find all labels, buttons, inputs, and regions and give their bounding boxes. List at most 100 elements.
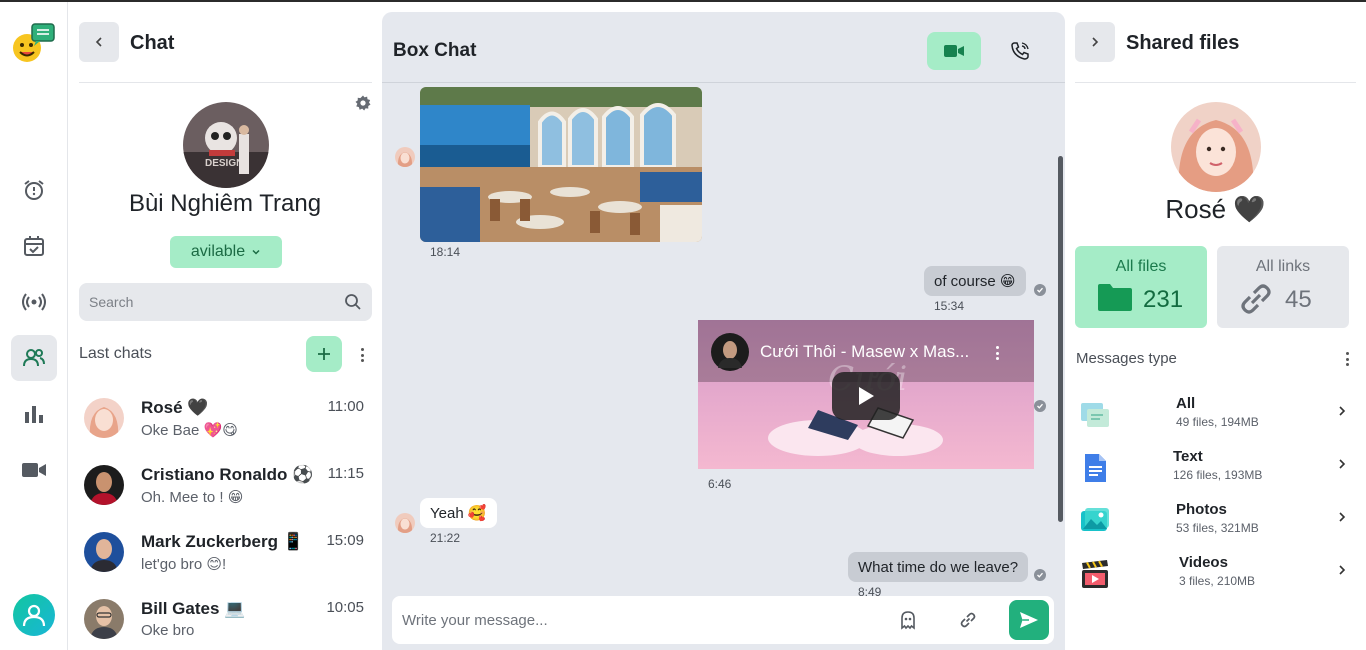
new-chat-button[interactable] (306, 336, 342, 372)
chat-header-divider (382, 82, 1065, 83)
video-call-button[interactable] (927, 32, 981, 70)
link-icon (1241, 284, 1271, 314)
type-row-videos[interactable]: Videos 3 files, 210MB (1065, 554, 1366, 602)
type-meta: 53 files, 321MB (1176, 521, 1259, 535)
type-row-photos[interactable]: Photos 53 files, 321MB (1065, 501, 1366, 549)
messages-type-menu-button[interactable] (1340, 350, 1354, 368)
chat-item-bill-gates[interactable]: Bill Gates 💻 10:05 Oke bro (68, 599, 382, 650)
photo-icon (1081, 508, 1109, 531)
kebab-dot (360, 353, 364, 357)
all-files-card[interactable]: All files 231 (1075, 246, 1207, 328)
contact-name: Rosé 🖤 (1165, 194, 1266, 224)
profile-avatar[interactable]: DESIGN (183, 102, 269, 188)
profile-settings-button[interactable] (354, 94, 372, 117)
read-receipt-icon (1034, 400, 1046, 412)
nav-calendar[interactable] (11, 223, 57, 269)
message-time: 11:15 (327, 465, 364, 482)
last-chats-menu-button[interactable] (355, 346, 369, 364)
document-icon (1085, 454, 1106, 482)
read-receipt-icon (1034, 569, 1046, 581)
message-time: 15:34 (934, 299, 965, 313)
status-label: avilable (190, 243, 246, 260)
message-preview: Oke Bae 💖😋 (141, 422, 238, 439)
all-files-label: All files (1115, 258, 1167, 275)
kebab-dot (995, 351, 999, 355)
voice-call-button[interactable] (1000, 32, 1040, 70)
kebab-dot (360, 348, 364, 351)
nav-broadcast[interactable] (11, 279, 57, 325)
chat-item-zuckerberg[interactable]: Mark Zuckerberg 📱 15:09 let'go bro 😊! (68, 532, 382, 592)
divider (1075, 82, 1356, 83)
nav-contacts[interactable] (11, 335, 57, 381)
message-time: 10:05 (326, 599, 364, 616)
video-title: Cưới Thôi - Masew x Mas... (760, 342, 970, 361)
chevron-right-icon (1339, 406, 1346, 416)
status-dropdown[interactable]: avilable (170, 236, 282, 268)
shared-files-panel: Shared files Rosé 🖤 All files 231 All li… (1065, 2, 1366, 650)
chevron-right-icon (1339, 459, 1346, 469)
bar-chart-icon (25, 406, 43, 423)
message-input[interactable] (402, 596, 872, 644)
last-chats-heading: Last chats (79, 345, 152, 362)
message-preview: Oke bro (141, 622, 195, 639)
video-clapper-icon (1082, 560, 1108, 588)
message-composer (392, 596, 1054, 644)
play-icon (859, 387, 874, 405)
contact-name: Bill Gates 💻 (141, 599, 246, 618)
contact-name: Cristiano Ronaldo ⚽ (141, 465, 314, 484)
all-links-label: All links (1255, 258, 1311, 275)
send-button[interactable] (1009, 600, 1049, 640)
chat-panel: Chat DESIGN Bùi Nghiêm Trang avilable Se… (68, 2, 382, 650)
shared-files-title: Shared files (1126, 32, 1240, 54)
type-name: All (1176, 395, 1196, 412)
chat-item-ronaldo[interactable]: Cristiano Ronaldo ⚽ 11:15 Oh. Mee to ! 😁 (68, 465, 382, 525)
all-links-card[interactable]: All links 45 (1217, 246, 1349, 328)
calendar-check-icon (24, 236, 44, 256)
divider (79, 82, 372, 83)
chat-window: Box Chat 18:14 of course 😁 15:34 Cưới Th… (382, 12, 1065, 650)
search-icon[interactable] (344, 293, 362, 311)
kebab-dot (1345, 352, 1349, 355)
type-meta: 3 files, 210MB (1179, 574, 1256, 588)
search-input[interactable] (89, 283, 339, 321)
chat-window-title: Box Chat (393, 40, 477, 61)
profile-name: Bùi Nghiêm Trang (128, 190, 322, 217)
photo-message[interactable] (420, 87, 702, 242)
app-logo (12, 22, 56, 64)
nav-alarm[interactable] (11, 167, 57, 213)
sticker-button[interactable] (898, 610, 918, 635)
my-account-button[interactable] (13, 594, 55, 636)
kebab-dot (995, 357, 999, 360)
type-meta: 126 files, 193MB (1173, 468, 1263, 482)
user-icon (22, 604, 46, 627)
message-preview: let'go bro 😊! (141, 556, 227, 573)
kebab-dot (360, 359, 364, 362)
link-icon (960, 612, 976, 628)
send-icon (1020, 612, 1038, 628)
type-row-all[interactable]: All 49 files, 194MB (1065, 395, 1366, 443)
message-preview: Oh. Mee to ! 😁 (141, 489, 244, 506)
play-button[interactable] (832, 372, 900, 420)
read-receipt-icon (1034, 284, 1046, 296)
type-name: Text (1173, 448, 1203, 465)
type-row-text[interactable]: Text 126 files, 193MB (1065, 448, 1366, 496)
nav-video[interactable] (11, 447, 57, 493)
message-time: 21:22 (430, 531, 461, 545)
collapse-chat-button[interactable] (79, 22, 119, 62)
collapse-files-button[interactable] (1075, 22, 1115, 62)
icon-rail (0, 2, 68, 650)
attach-link-button[interactable] (958, 610, 978, 635)
video-camera-icon (22, 463, 46, 477)
contact-avatar[interactable] (1171, 102, 1261, 192)
incoming-message: Yeah 🥰 (420, 498, 497, 528)
nav-statistics[interactable] (11, 391, 57, 437)
video-menu-button[interactable] (990, 344, 1004, 362)
type-name: Photos (1176, 501, 1227, 518)
video-message[interactable]: Cưới Cưới Thôi - Masew x Mas... (698, 320, 1034, 469)
contact-avatar (84, 465, 124, 505)
chat-item-rose[interactable]: Rosé 🖤 11:00 Oke Bae 💖😋 (68, 398, 382, 458)
messages-scrollbar[interactable] (1058, 156, 1063, 522)
restaurant-photo (420, 87, 702, 242)
gear-icon (355, 95, 371, 111)
contact-avatar (84, 532, 124, 572)
